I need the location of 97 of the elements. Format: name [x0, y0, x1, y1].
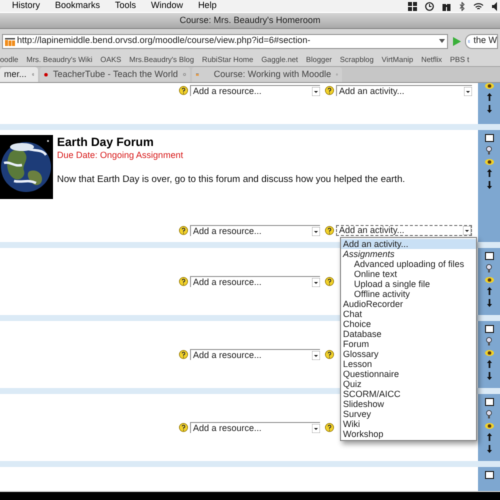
select-field[interactable]: Add a resource... [190, 225, 320, 236]
apple-icon [44, 70, 48, 79]
menu-option[interactable]: SCORM/AICC [341, 389, 476, 399]
tab-label: Course: Working with Moodle [214, 68, 332, 81]
menu-option[interactable]: Online text [341, 269, 476, 279]
help-icon [179, 277, 188, 286]
menu-option[interactable]: Glossary [341, 349, 476, 359]
help-icon [179, 423, 188, 432]
menu-option[interactable]: Questionnaire [341, 369, 476, 379]
tab-label: mer... [4, 68, 27, 81]
clock-icon [425, 2, 434, 10]
select-field[interactable]: Add an activity... [336, 225, 472, 236]
dropdown-arrow-icon [312, 350, 320, 360]
forum-title[interactable]: Earth Day Forum [57, 135, 405, 149]
menu-item[interactable]: Window [151, 0, 184, 13]
up-arrow-icon [486, 169, 492, 177]
checkbox-icon [484, 252, 494, 260]
dropdown-arrow-icon [464, 86, 472, 96]
moodle-icon [5, 36, 15, 46]
menu-group-label: Assignments [342, 249, 396, 259]
menu-item[interactable]: Help [198, 0, 217, 13]
search-text: the W [473, 34, 497, 48]
down-arrow-icon [486, 372, 492, 380]
select-field[interactable]: Add a resource... [190, 276, 320, 287]
eye-icon [484, 277, 494, 283]
grid-icon [408, 2, 417, 10]
speaker-icon [492, 2, 498, 10]
checkbox-icon [484, 398, 494, 406]
up-arrow-icon [486, 360, 492, 368]
address-field[interactable]: http://lapinemiddle.bend.orvsd.org/moodle/course/view.php?id=6#section- [2, 34, 448, 48]
menu-option[interactable]: Add an activity... [341, 239, 476, 249]
checkbox-icon [484, 325, 494, 333]
select-field[interactable]: Add a resource... [190, 85, 320, 96]
help-icon [325, 226, 334, 235]
eye-icon [484, 159, 494, 165]
help-icon [325, 277, 334, 286]
menu-option[interactable]: Advanced uploading of files [341, 259, 476, 269]
down-arrow-icon [486, 299, 492, 307]
help-icon [325, 86, 334, 95]
browser-tab[interactable]: TeacherTube - Teach the World [40, 67, 190, 82]
menu-option[interactable]: Slideshow [341, 399, 476, 409]
checkbox-icon [484, 134, 494, 142]
eye-icon [484, 423, 494, 429]
go-arrow-icon [452, 36, 461, 46]
binoculars-icon [442, 2, 451, 10]
search-field[interactable]: the W [465, 34, 498, 48]
menu-option[interactable]: Wiki [341, 419, 476, 429]
url-text: http://lapinemiddle.bend.orvsd.org/moodle/course/view.php?id=6#section- [17, 34, 312, 48]
select-field[interactable]: Add a resource... [190, 349, 320, 360]
window-title: Course: Mrs. Beaudry's Homeroom [180, 14, 320, 27]
due-date: Due Date: Ongoing Assignment [57, 149, 184, 161]
dropdown-arrow-icon [312, 278, 320, 286]
lightbulb-icon [486, 264, 492, 273]
menu-option[interactable]: Chat [341, 309, 476, 319]
menu-item[interactable]: History [12, 0, 40, 13]
menu-item[interactable]: Bookmarks [55, 0, 100, 13]
select-field[interactable]: Add a resource... [190, 422, 320, 433]
lightbulb-icon [486, 337, 492, 346]
select-field[interactable]: Add an activity... [336, 85, 472, 96]
menu-option[interactable]: Workshop [341, 429, 476, 439]
dropdown-arrow-icon [312, 86, 320, 96]
help-icon [325, 423, 334, 432]
forum-description: Now that Earth Day is over, go to this forum and discuss how you helped the earth. [57, 173, 405, 187]
dropdown-arrow-icon [439, 39, 445, 43]
checkbox-icon [484, 471, 494, 479]
menu-option[interactable]: Forum [341, 339, 476, 349]
menu-option[interactable]: Upload a single file [341, 279, 476, 289]
browser-tab[interactable]: mer... [0, 67, 38, 82]
up-arrow-icon [486, 287, 492, 295]
down-arrow-icon [486, 181, 492, 189]
menu-option[interactable]: Offline activity [341, 289, 476, 299]
help-icon [325, 350, 334, 359]
lightbulb-icon [486, 146, 492, 155]
tab-label: TeacherTube - Teach the World [52, 68, 178, 81]
dropdown-arrow-icon [312, 424, 320, 432]
menu-option[interactable]: Quiz [341, 379, 476, 389]
help-icon [179, 350, 188, 359]
wifi-icon [473, 2, 484, 10]
browser-tab[interactable]: Course: Working with Moodle [192, 67, 342, 82]
up-arrow-icon [486, 93, 492, 101]
menu-item[interactable]: Tools [115, 0, 136, 13]
eye-icon [484, 83, 494, 89]
menu-option[interactable]: Survey [341, 409, 476, 419]
eye-icon [484, 350, 494, 356]
menu-option[interactable]: Database [341, 329, 476, 339]
up-arrow-icon [486, 433, 492, 441]
help-icon [179, 86, 188, 95]
menu-option[interactable]: Choice [341, 319, 476, 329]
bluetooth-icon [459, 2, 465, 10]
menu-option[interactable]: Lesson [341, 359, 476, 369]
down-arrow-icon [486, 445, 492, 453]
menu-option[interactable]: AudioRecorder [341, 299, 476, 309]
lightbulb-icon [486, 410, 492, 419]
down-arrow-icon [486, 105, 492, 113]
help-icon [179, 226, 188, 235]
dropdown-arrow-icon [312, 226, 320, 236]
dropdown-arrow-icon [463, 226, 471, 235]
